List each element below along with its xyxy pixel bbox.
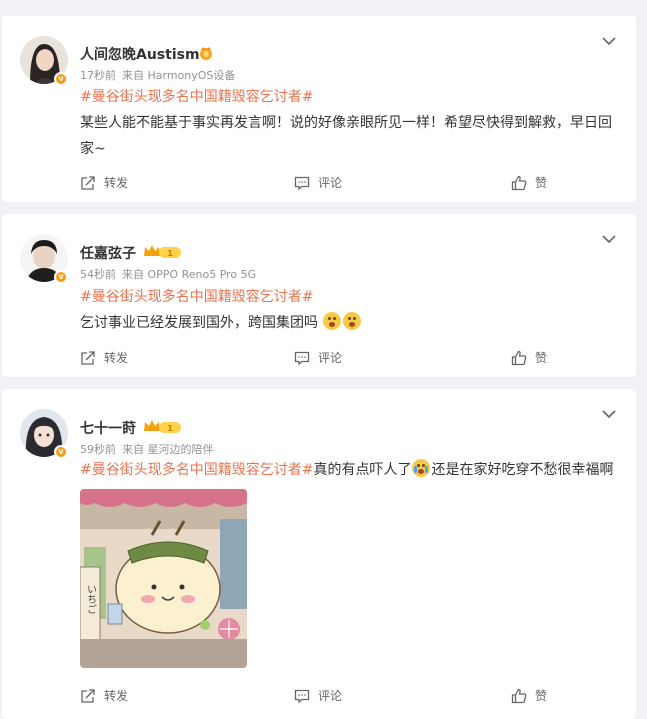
medal-icon [198,45,214,65]
username[interactable]: 人间忽晚Austism [80,44,200,64]
like-button[interactable]: 赞 [511,347,547,369]
post-content: 乞讨事业已经发展到国外，跨国集团吗 [80,315,318,331]
verified-badge-icon: v [54,445,68,459]
comment-button[interactable]: 评论 [294,172,342,194]
post-text: #曼谷街头现多名中国籍毁容乞讨者# 某些人能不能基于事实再发言啊！说的好像亲眼所… [80,84,625,162]
crown-icon: 1 [143,419,183,439]
shop-sign: いちご [85,584,96,614]
comment-icon [294,689,310,704]
topic-link[interactable]: #曼谷街头现多名中国籍毁容乞讨者# [80,462,313,478]
comment-label: 评论 [318,351,343,365]
repost-label: 转发 [104,176,129,190]
crown-icon: 1 [143,244,183,264]
repost-label: 转发 [104,689,129,703]
repost-label: 转发 [104,351,129,365]
post-source: 来自 HarmonyOS设备 [122,69,236,82]
comment-label: 评论 [318,689,343,703]
post-content-b: 还是在家好吃穿不愁很幸福啊 [431,462,614,478]
thumbs-up-icon [511,688,527,704]
repost-button[interactable]: 转发 [80,172,128,194]
verified-badge-icon: v [54,270,68,284]
crying-emoji-icon [412,459,431,477]
comment-button[interactable]: 评论 [294,685,342,707]
page-scrollbar[interactable] [637,0,643,713]
feed-card-2: v 任嘉弦子 1 54秒前 来自 OPPO Reno5 Pro 5G #曼谷街头现… [2,214,636,377]
like-button[interactable]: 赞 [511,685,547,707]
post-time[interactable]: 17秒前 [80,69,116,82]
svg-text:1: 1 [167,249,173,258]
comment-icon [294,351,310,366]
topic-link[interactable]: #曼谷街头现多名中国籍毁容乞讨者# [80,289,313,305]
feed-card-3: v 七十一莳 1 59秒前 来自 星河边的陪伴 #曼谷街头现多名中国籍毁容乞讨者#… [2,389,636,719]
repost-button[interactable]: 转发 [80,685,128,707]
post-meta: 54秒前 来自 OPPO Reno5 Pro 5G [80,266,256,282]
share-icon [81,689,95,703]
post-meta: 59秒前 来自 星河边的陪伴 [80,441,214,457]
thumbs-up-icon [511,350,527,366]
like-label: 赞 [535,351,548,365]
post-image[interactable]: いちご [80,489,247,668]
username[interactable]: 任嘉弦子 [80,243,136,263]
like-button[interactable]: 赞 [511,172,547,194]
post-time[interactable]: 59秒前 [80,443,116,456]
comment-icon [294,176,310,191]
comment-button[interactable]: 评论 [294,347,342,369]
share-icon [81,176,95,190]
like-label: 赞 [535,689,548,703]
action-bar: 转发 评论 赞 [2,685,636,707]
action-bar: 转发 评论 赞 [2,347,636,369]
cartoon-image: いちご [80,489,247,668]
surprised-emoji-icon [323,312,342,330]
chevron-down-icon[interactable] [602,234,616,244]
feed-card-1: v 人间忽晚Austism 17秒前 来自 HarmonyOS设备 #曼谷街头现多… [2,16,636,202]
surprised-emoji-icon [343,312,362,330]
post-content: 某些人能不能基于事实再发言啊！说的好像亲眼所见一样！希望尽快得到解救，早日回家~ [80,115,612,157]
share-icon [81,351,95,365]
post-meta: 17秒前 来自 HarmonyOS设备 [80,67,235,83]
post-source: 来自 星河边的陪伴 [122,443,214,456]
comment-label: 评论 [318,176,343,190]
svg-text:1: 1 [167,424,173,433]
post-time[interactable]: 54秒前 [80,268,116,281]
username[interactable]: 七十一莳 [80,418,136,438]
chevron-down-icon[interactable] [602,36,616,46]
verified-badge-icon: v [54,72,68,86]
chevron-down-icon[interactable] [602,409,616,419]
thumbs-up-icon [511,175,527,191]
action-bar: 转发 评论 赞 [2,172,636,194]
post-source: 来自 OPPO Reno5 Pro 5G [122,268,257,281]
post-content-a: 真的有点吓人了 [313,462,412,478]
post-text: #曼谷街头现多名中国籍毁容乞讨者#真的有点吓人了 还是在家好吃穿不愁很幸福啊 [80,457,625,483]
topic-link[interactable]: #曼谷街头现多名中国籍毁容乞讨者# [80,89,313,105]
like-label: 赞 [535,176,548,190]
post-text: #曼谷街头现多名中国籍毁容乞讨者# 乞讨事业已经发展到国外，跨国集团吗 [80,284,625,336]
repost-button[interactable]: 转发 [80,347,128,369]
